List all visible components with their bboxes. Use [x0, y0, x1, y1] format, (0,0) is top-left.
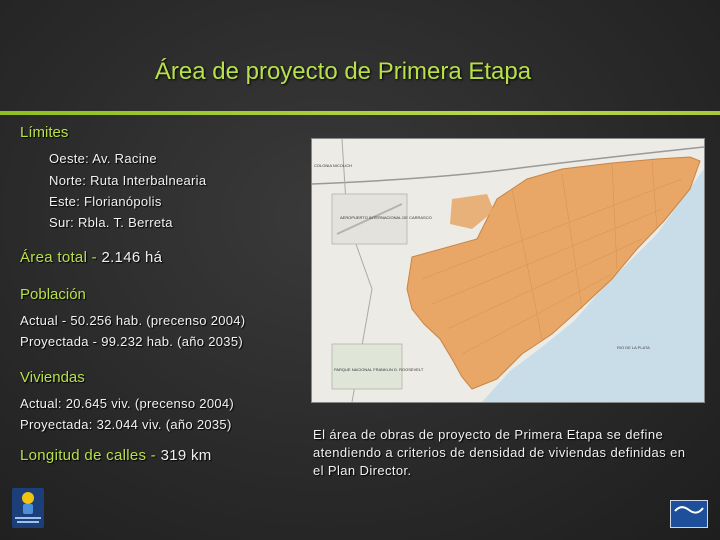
map-label-colonia: COLONIA NICOLICH: [314, 163, 352, 168]
population-current: Actual - 50.256 hab. (precenso 2004): [20, 313, 246, 328]
map-label-river: RIO DE LA PLATA: [617, 345, 650, 350]
total-area: Área total - 2.146 há: [20, 249, 162, 266]
street-length-value: 319 km: [160, 447, 212, 464]
map-label-airport: AEROPUERTO INTERNACIONAL DE CARRASCO: [340, 215, 432, 220]
ose-logo-box: [670, 500, 708, 528]
limit-south: Sur: Rbla. T. Berreta: [49, 215, 173, 230]
ose-logo-wave: [674, 506, 704, 514]
slide-title: Área de proyecto de Primera Etapa: [154, 58, 532, 85]
project-area-map: COLONIA NICOLICH AEROPUERTO INTERNACIONA…: [312, 139, 704, 402]
title-divider: [0, 111, 720, 115]
consorcio-canario-logo: [12, 488, 44, 528]
limit-west: Oeste: Av. Racine: [49, 151, 157, 166]
housing-projected: Proyectada: 32.044 viv. (año 2035): [20, 417, 232, 432]
total-area-value: 2.146 há: [101, 249, 163, 266]
map-caption: El área de obras de proyecto de Primera …: [313, 427, 686, 478]
consorcio-logo-graphic: [12, 488, 44, 528]
population-heading: Población: [20, 286, 86, 303]
population-projected: Proyectada - 99.232 hab. (año 2035): [20, 334, 243, 349]
ose-logo: [670, 500, 708, 528]
limit-east: Este: Florianópolis: [49, 194, 162, 209]
map-drawing: COLONIA NICOLICH AEROPUERTO INTERNACIONA…: [312, 139, 704, 402]
limits-heading: Límites: [20, 124, 69, 141]
street-length-label: Longitud de calles -: [20, 447, 161, 464]
limit-north: Norte: Ruta Interbalnearia: [49, 173, 207, 188]
total-area-label: Área total -: [20, 249, 102, 266]
housing-heading: Viviendas: [20, 369, 85, 386]
street-length: Longitud de calles - 319 km: [20, 447, 212, 464]
map-label-park: PARQUE NACIONAL FRANKLIN D. ROOSEVELT: [334, 367, 424, 372]
housing-current: Actual: 20.645 viv. (precenso 2004): [20, 396, 235, 411]
